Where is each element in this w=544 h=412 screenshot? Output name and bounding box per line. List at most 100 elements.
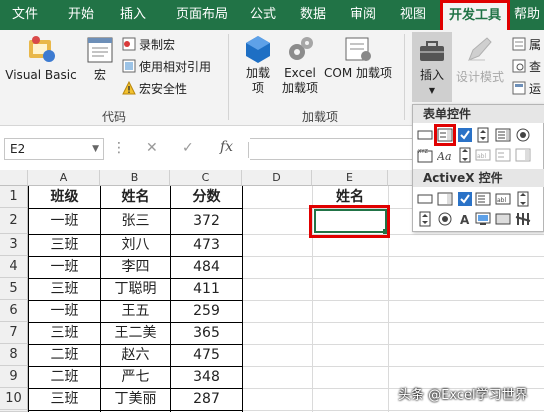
table-cell[interactable]: 赵六 — [101, 344, 170, 366]
activex-text-box-icon[interactable]: abl — [495, 191, 511, 207]
visual-basic-button[interactable]: Visual Basic — [4, 34, 78, 83]
tab-insert[interactable]: 插入 — [110, 0, 156, 30]
fx-icon[interactable]: fx — [220, 139, 233, 155]
row-header-1[interactable]: 1 — [0, 186, 28, 208]
view-code-button[interactable]: 查 — [512, 58, 541, 76]
design-mode-button[interactable]: 设计模式 — [456, 34, 504, 85]
table-cell[interactable]: 473 — [171, 234, 242, 256]
activex-more-controls-icon[interactable] — [515, 211, 531, 227]
activex-option-button-icon[interactable] — [437, 211, 453, 227]
tab-view[interactable]: 视图 — [390, 0, 436, 30]
tab-file[interactable]: 文件 — [4, 0, 46, 30]
table-cell[interactable]: 475 — [171, 344, 242, 366]
table-header-score[interactable]: 分数 — [171, 186, 242, 208]
table-cell[interactable]: 三班 — [29, 278, 100, 300]
select-all-corner[interactable] — [0, 170, 28, 186]
tab-page-layout[interactable]: 页面布局 — [164, 0, 240, 30]
checkbox-control-icon[interactable] — [457, 127, 473, 143]
text-field-control-icon[interactable]: abl — [475, 147, 491, 163]
table-cell[interactable]: 372 — [171, 210, 242, 232]
row-header-6[interactable]: 6 — [0, 300, 28, 322]
label-control-icon[interactable]: Aa — [437, 147, 453, 163]
drag-handle-icon[interactable]: ⋮ — [112, 140, 127, 156]
excel-addins-button[interactable]: Excel 加载项 — [278, 34, 322, 96]
table-cell[interactable]: 365 — [171, 322, 242, 344]
table-header-class[interactable]: 班级 — [29, 186, 100, 208]
table-cell[interactable]: 287 — [171, 388, 242, 410]
properties-button[interactable]: 属 — [512, 36, 541, 54]
tab-help[interactable]: 帮助 — [514, 0, 544, 30]
activex-toggle-button-icon[interactable] — [495, 211, 511, 227]
table-cell[interactable]: 一班 — [29, 256, 100, 278]
record-macro-button[interactable]: 录制宏 — [122, 36, 175, 54]
table-cell[interactable]: 三班 — [29, 234, 100, 256]
activex-label-icon[interactable]: A — [457, 211, 473, 227]
row-header-9[interactable]: 9 — [0, 366, 28, 388]
button-control-icon[interactable] — [417, 127, 433, 143]
macro-security-button[interactable]: 宏安全性 — [122, 80, 187, 98]
tab-formulas[interactable]: 公式 — [240, 0, 286, 30]
table-cell[interactable]: 张三 — [101, 210, 170, 232]
table-cell[interactable]: 王五 — [101, 300, 170, 322]
activex-combo-box-icon[interactable] — [437, 191, 453, 207]
option-button-control-icon[interactable] — [515, 127, 531, 143]
addins-button[interactable]: 加载项 — [238, 34, 278, 96]
list-box-control-icon[interactable] — [495, 127, 511, 143]
tab-home[interactable]: 开始 — [58, 0, 104, 30]
activex-image-icon[interactable] — [475, 211, 491, 227]
tab-data[interactable]: 数据 — [290, 0, 336, 30]
table-cell[interactable]: 李四 — [101, 256, 170, 278]
row-header-5[interactable]: 5 — [0, 278, 28, 300]
activex-checkbox-icon[interactable] — [457, 191, 473, 207]
table-cell[interactable]: 三班 — [29, 322, 100, 344]
column-header-c[interactable]: C — [170, 170, 242, 186]
row-header-10[interactable]: 10 — [0, 388, 28, 410]
table-cell[interactable]: 一班 — [29, 300, 100, 322]
table-cell[interactable]: 一班 — [29, 210, 100, 232]
column-header-e[interactable]: E — [312, 170, 388, 186]
relative-reference-button[interactable]: 使用相对引用 — [122, 58, 211, 76]
activex-scroll-bar-icon[interactable] — [515, 191, 531, 207]
table-cell[interactable]: 三班 — [29, 388, 100, 410]
row-header-7[interactable]: 7 — [0, 322, 28, 344]
table-cell[interactable]: 411 — [171, 278, 242, 300]
spinner-control-icon[interactable] — [475, 127, 491, 143]
enter-entry-icon[interactable]: ✓ — [182, 140, 194, 156]
cancel-entry-icon[interactable]: ✕ — [146, 140, 158, 156]
combo-box-control-icon[interactable] — [437, 127, 453, 143]
combo-dropdown-edit-control-icon[interactable] — [515, 147, 531, 163]
insert-control-button[interactable]: 插入 ▼ — [412, 32, 452, 102]
row-header-3[interactable]: 3 — [0, 234, 28, 256]
table-cell[interactable]: 丁聪明 — [101, 278, 170, 300]
table-cell[interactable]: 二班 — [29, 366, 100, 388]
activex-spin-button-icon[interactable] — [417, 211, 433, 227]
table-header-name[interactable]: 姓名 — [101, 186, 170, 208]
table-cell[interactable]: 刘八 — [101, 234, 170, 256]
activex-button-icon[interactable] — [417, 191, 433, 207]
table-cell[interactable]: 348 — [171, 366, 242, 388]
activex-list-box-icon[interactable] — [475, 191, 491, 207]
tab-review[interactable]: 审阅 — [340, 0, 386, 30]
table-cell[interactable]: 丁美丽 — [101, 388, 170, 410]
row-header-2[interactable]: 2 — [0, 208, 28, 234]
macros-button[interactable]: 宏 — [84, 34, 116, 83]
column-header-d[interactable]: D — [242, 170, 312, 186]
table-cell[interactable]: 严七 — [101, 366, 170, 388]
chevron-down-icon[interactable]: ▼ — [92, 139, 99, 159]
com-addins-button[interactable]: COM 加载项 — [322, 34, 394, 81]
run-dialog-button[interactable]: 运 — [512, 80, 541, 98]
group-box-control-icon[interactable]: XYZ — [417, 147, 433, 163]
table-cell[interactable]: 259 — [171, 300, 242, 322]
row-header-4[interactable]: 4 — [0, 256, 28, 278]
tab-developer[interactable]: 开发工具 — [440, 0, 510, 30]
row-header-8[interactable]: 8 — [0, 344, 28, 366]
column-header-a[interactable]: A — [28, 170, 100, 186]
table-cell[interactable]: 二班 — [29, 344, 100, 366]
name-box[interactable]: E2 ▼ — [4, 138, 104, 160]
column-header-b[interactable]: B — [100, 170, 170, 186]
table-cell[interactable]: 484 — [171, 256, 242, 278]
combo-list-edit-control-icon[interactable] — [495, 147, 511, 163]
table-cell[interactable]: 王二美 — [101, 322, 170, 344]
scroll-bar-control-icon[interactable] — [457, 147, 473, 163]
excel-addins-label-line1: Excel — [284, 66, 316, 80]
